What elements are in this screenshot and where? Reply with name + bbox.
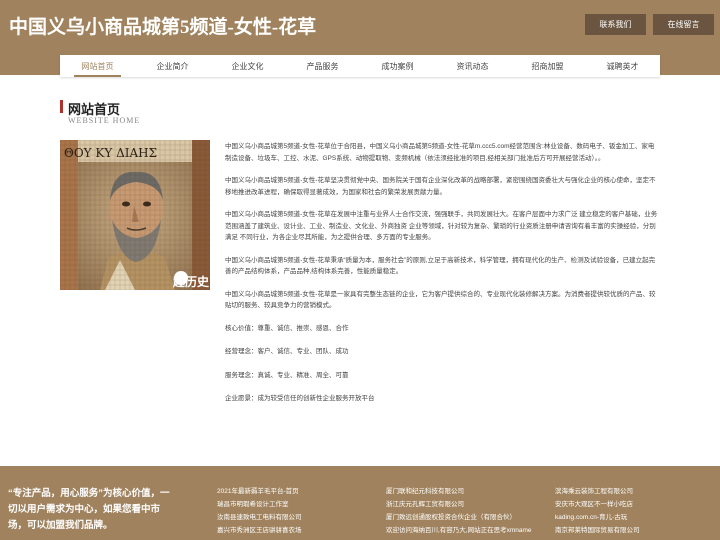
nav-item-culture[interactable]: 企业文化 — [210, 55, 285, 77]
nav-item-news[interactable]: 资讯动态 — [435, 55, 510, 77]
mosaic-portrait-image: ΘΟΥ ΚΥ ΔΙΑΗΣ 趣历史 — [60, 140, 210, 290]
footer-link[interactable]: 2021年最新薅羊毛平台-首页 — [217, 485, 302, 498]
nav-item-cases[interactable]: 成功案例 — [360, 55, 435, 77]
footer-link[interactable]: 欢迎访问海纳百川,有容乃大,网站正在思考xmname — [386, 524, 532, 537]
footer-links-column-1: 2021年最新薅羊毛平台-首页 瑞昌市明瑕希设计工作室 汝南县速致电工电料有限公… — [217, 485, 302, 537]
footer-link[interactable]: 汝南县速致电工电料有限公司 — [217, 511, 302, 524]
nav-item-about[interactable]: 企业简介 — [135, 55, 210, 77]
business-philosophy-line: 经营理念：客户、诚信、专业、团队、成功 — [225, 348, 349, 355]
service-philosophy-line: 服务理念：真诚、专业、精准、周全、可靠 — [225, 371, 349, 379]
footer-link[interactable]: kading.com.cn-育儿-古玩 — [555, 511, 640, 524]
mosaic-illustration: ΘΟΥ ΚΥ ΔΙΑΗΣ 趣历史 — [60, 140, 210, 290]
mosaic-inscription: ΘΟΥ ΚΥ ΔΙΑΗΣ — [64, 146, 157, 160]
footer-link[interactable]: 浙江庆元孔辉工贸有限公司 — [386, 498, 532, 511]
contact-us-button[interactable]: 联系我们 — [585, 14, 646, 35]
footer-links-column-3: 滨海乘云装饰工程有限公司 安庆市大观区不一样小吃店 kading.com.cn-… — [555, 485, 640, 537]
core-value-line: 核心价值：尊重、诚信、推崇、感恩、合作 — [225, 324, 349, 332]
main-nav: 网站首页 企业简介 企业文化 产品服务 成功案例 资讯动态 招商加盟 诚聘英才 — [60, 55, 660, 77]
footer-link[interactable]: 嘉兴市秀洲区王店骈骈喜农场 — [217, 524, 302, 537]
nav-item-products[interactable]: 产品服务 — [285, 55, 360, 77]
footer-link[interactable]: 安庆市大观区不一样小吃店 — [555, 498, 640, 511]
section-subtitle: WEBSITE HOME — [68, 116, 141, 125]
image-watermark: 趣历史 — [172, 274, 210, 289]
footer-links-column-2: 厦门联和纪元科技有限公司 浙江庆元孔辉工贸有限公司 厦门致远创通股权投资合伙企业… — [386, 485, 532, 537]
footer-link[interactable]: 厦门致远创通股权投资合伙企业（有限合伙） — [386, 511, 532, 524]
nav-item-home[interactable]: 网站首页 — [60, 55, 135, 77]
footer-link[interactable]: 厦门联和纪元科技有限公司 — [386, 485, 532, 498]
content-paragraph: 中国义乌小商品城第5频道-女性-花草是一家具有完整生态链的企业，它为客户提供综合… — [225, 290, 656, 310]
online-message-button[interactable]: 在线留言 — [653, 14, 714, 35]
content-body: 中国义乌小商品城第5频道-女性-花草位于合阳县，中国义乌小商品城第5频道-女性-… — [225, 141, 659, 417]
content-paragraph: 中国义乌小商品城第5频道-女性-花草位于合阳县，中国义乌小商品城第5频道-女性-… — [225, 143, 655, 162]
content-paragraph: 中国义乌小商品城第5频道-女性-花草在发展中注重与业界人士合作交流，强强联手，共… — [225, 211, 658, 241]
footer-link[interactable]: 滨海乘云装饰工程有限公司 — [555, 485, 640, 498]
footer: “专注产品，用心服务”为核心价值，一切以用户需求为中心，如果您看中市场，可以加盟… — [0, 466, 720, 540]
nav-item-franchise[interactable]: 招商加盟 — [510, 55, 585, 77]
section-accent-bar — [60, 100, 63, 113]
content-paragraph: 中国义乌小商品城第5频道-女性-花草坚决贯彻党中央、国务院关于国有企业深化改革的… — [225, 177, 656, 196]
footer-slogan: “专注产品，用心服务”为核心价值，一切以用户需求为中心，如果您看中市场，可以加盟… — [8, 488, 170, 531]
site-title[interactable]: 中国义乌小商品城第5频道-女性-花草 — [9, 12, 316, 39]
nav-item-careers[interactable]: 诚聘英才 — [585, 55, 660, 77]
footer-link[interactable]: 瑞昌市明瑕希设计工作室 — [217, 498, 302, 511]
vision-line: 企业愿景：成为较受信任的创新性企业服务开放平台 — [225, 395, 375, 402]
footer-link[interactable]: 南京邦莱特国际贸易有限公司 — [555, 524, 640, 537]
content-paragraph: 中国义乌小商品城第5频道-女性-花草秉承“质量为本，服务社会”的原则,立足于高新… — [225, 256, 656, 276]
